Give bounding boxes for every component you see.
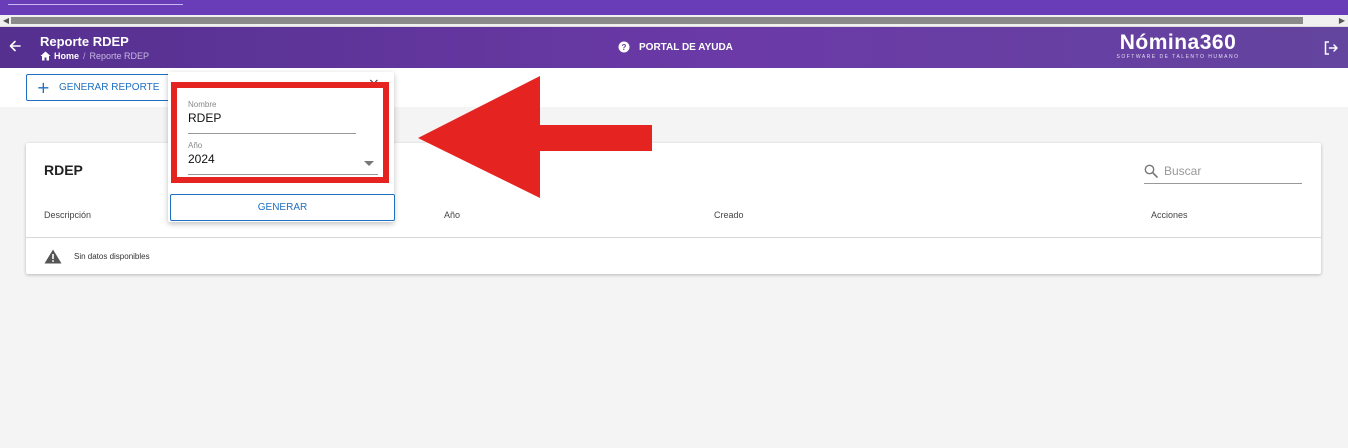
page-title: Reporte RDEP	[40, 34, 129, 49]
tab-indicator	[8, 4, 183, 5]
column-header-descripcion[interactable]: Descripción	[44, 210, 91, 220]
help-circle-icon: ?	[618, 41, 630, 53]
logout-icon[interactable]	[1322, 39, 1340, 57]
logo-name: Nómina360	[1119, 31, 1237, 54]
breadcrumb: Home / Reporte RDEP	[40, 51, 149, 61]
column-header-anio[interactable]: Año	[444, 210, 460, 220]
column-header-acciones: Acciones	[1151, 210, 1188, 220]
table-header-divider	[26, 237, 1321, 238]
generate-report-label: GENERAR REPORTE	[59, 82, 160, 93]
scrollbar-thumb[interactable]	[11, 17, 1303, 24]
generate-report-button[interactable]: + GENERAR REPORTE	[26, 74, 170, 101]
scroll-left-icon[interactable]: ◀	[1, 15, 11, 27]
browser-tab-strip	[0, 0, 1348, 15]
empty-message: Sin datos disponibles	[74, 252, 150, 261]
help-portal-link[interactable]: ? PORTAL DE AYUDA	[618, 41, 733, 53]
column-header-creado[interactable]: Creado	[714, 210, 744, 220]
card-title: RDEP	[44, 162, 83, 178]
plus-icon: +	[36, 77, 50, 97]
annotation-arrow-icon	[418, 76, 652, 198]
back-arrow-icon[interactable]	[6, 37, 24, 55]
brand-logo: Nómina360 SOFTWARE DE TALENTO HUMANO	[1108, 32, 1248, 61]
warning-icon	[44, 249, 62, 264]
breadcrumb-separator: /	[83, 51, 86, 61]
home-icon	[40, 51, 51, 61]
breadcrumb-current: Reporte RDEP	[89, 51, 150, 61]
empty-state: Sin datos disponibles	[44, 249, 150, 264]
logo-tagline: SOFTWARE DE TALENTO HUMANO	[1116, 54, 1240, 60]
annotation-highlight-box	[171, 82, 389, 183]
search-placeholder: Buscar	[1164, 163, 1202, 178]
search-icon	[1144, 164, 1158, 178]
breadcrumb-home[interactable]: Home	[40, 51, 79, 61]
scroll-right-icon[interactable]: ▶	[1337, 15, 1347, 27]
breadcrumb-home-label: Home	[54, 51, 80, 61]
horizontal-scrollbar[interactable]: ◀ ▶	[0, 15, 1348, 27]
search-input[interactable]: Buscar	[1144, 158, 1302, 184]
svg-text:?: ?	[622, 43, 627, 52]
generar-button[interactable]: GENERAR	[170, 194, 395, 221]
help-portal-label: PORTAL DE AYUDA	[639, 41, 733, 53]
app-header: Reporte RDEP Home / Reporte RDEP ? PORTA…	[0, 27, 1348, 68]
